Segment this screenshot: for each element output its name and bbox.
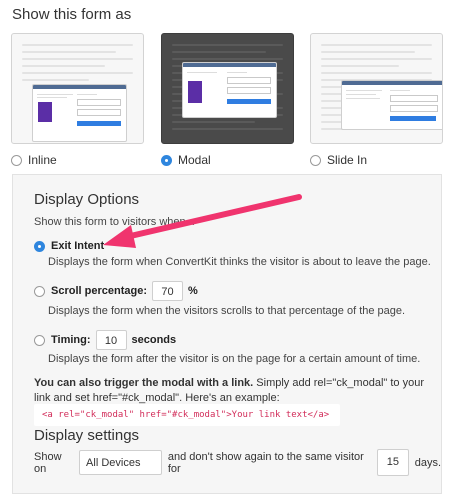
scroll-description: Displays the form when the visitors scro… — [48, 305, 406, 317]
days-input[interactable]: 15 — [376, 449, 409, 476]
dont-show-again-text: and don't show again to the same visitor… — [167, 450, 364, 475]
show-on-label: Show on — [34, 450, 62, 475]
inline-radio[interactable] — [11, 154, 22, 166]
modal-form-thumbnail — [182, 62, 277, 118]
timing-radio[interactable] — [34, 334, 45, 346]
modal-preview-card[interactable] — [161, 33, 294, 144]
inline-label: Inline — [28, 153, 57, 167]
display-options-title: Display Options — [34, 191, 140, 208]
device-select[interactable]: All Devices — [79, 450, 162, 475]
slide-in-label: Slide In — [327, 153, 368, 167]
display-options-panel: Display Options Show this form to visito… — [12, 174, 442, 494]
code-example: <a rel="ck_modal" href="#ck_modal">Your … — [34, 404, 340, 426]
display-settings-row: Show on All Devices and don't show again… — [34, 449, 441, 476]
exit-intent-description: Displays the form when ConvertKit thinks… — [48, 256, 431, 268]
days-label: days. — [414, 456, 441, 469]
inline-form-thumbnail — [32, 84, 127, 142]
section-title: Show this form as — [12, 6, 132, 23]
modal-radio[interactable] — [161, 154, 172, 166]
scroll-percentage-option[interactable]: Scroll percentage: 70 % — [34, 281, 198, 301]
form-type-inline-option[interactable]: Inline — [11, 153, 57, 167]
form-type-slide-in-option[interactable]: Slide In — [310, 153, 367, 167]
slide-in-radio[interactable] — [310, 154, 321, 166]
timing-input[interactable]: 10 — [95, 330, 127, 350]
exit-intent-radio[interactable] — [34, 240, 45, 252]
exit-intent-option[interactable]: Exit Intent — [34, 240, 104, 252]
timing-description: Displays the form after the visitor is o… — [48, 353, 421, 365]
slide-in-form-thumbnail — [341, 80, 442, 130]
form-type-modal-option[interactable]: Modal — [161, 153, 211, 167]
placeholder-text-lines — [22, 44, 133, 86]
display-settings-title: Display settings — [34, 427, 140, 444]
display-options-subtitle: Show this form to visitors when... — [34, 216, 195, 228]
modal-trigger-help: You can also trigger the modal with a li… — [34, 376, 434, 406]
trigger-bold-text: You can also trigger the modal with a li… — [34, 377, 254, 389]
timing-option[interactable]: Timing: 10 seconds — [34, 330, 176, 350]
modal-label: Modal — [178, 153, 211, 167]
scroll-percentage-input[interactable]: 70 — [151, 281, 183, 301]
scroll-radio[interactable] — [34, 285, 45, 297]
slide-in-preview-card[interactable] — [310, 33, 443, 144]
exit-intent-label: Exit Intent — [51, 240, 105, 252]
scroll-label: Scroll percentage: — [51, 285, 147, 297]
scroll-unit: % — [187, 285, 198, 297]
timing-unit: seconds — [131, 334, 177, 346]
inline-preview-card[interactable] — [11, 33, 144, 144]
timing-label: Timing: — [51, 334, 91, 346]
